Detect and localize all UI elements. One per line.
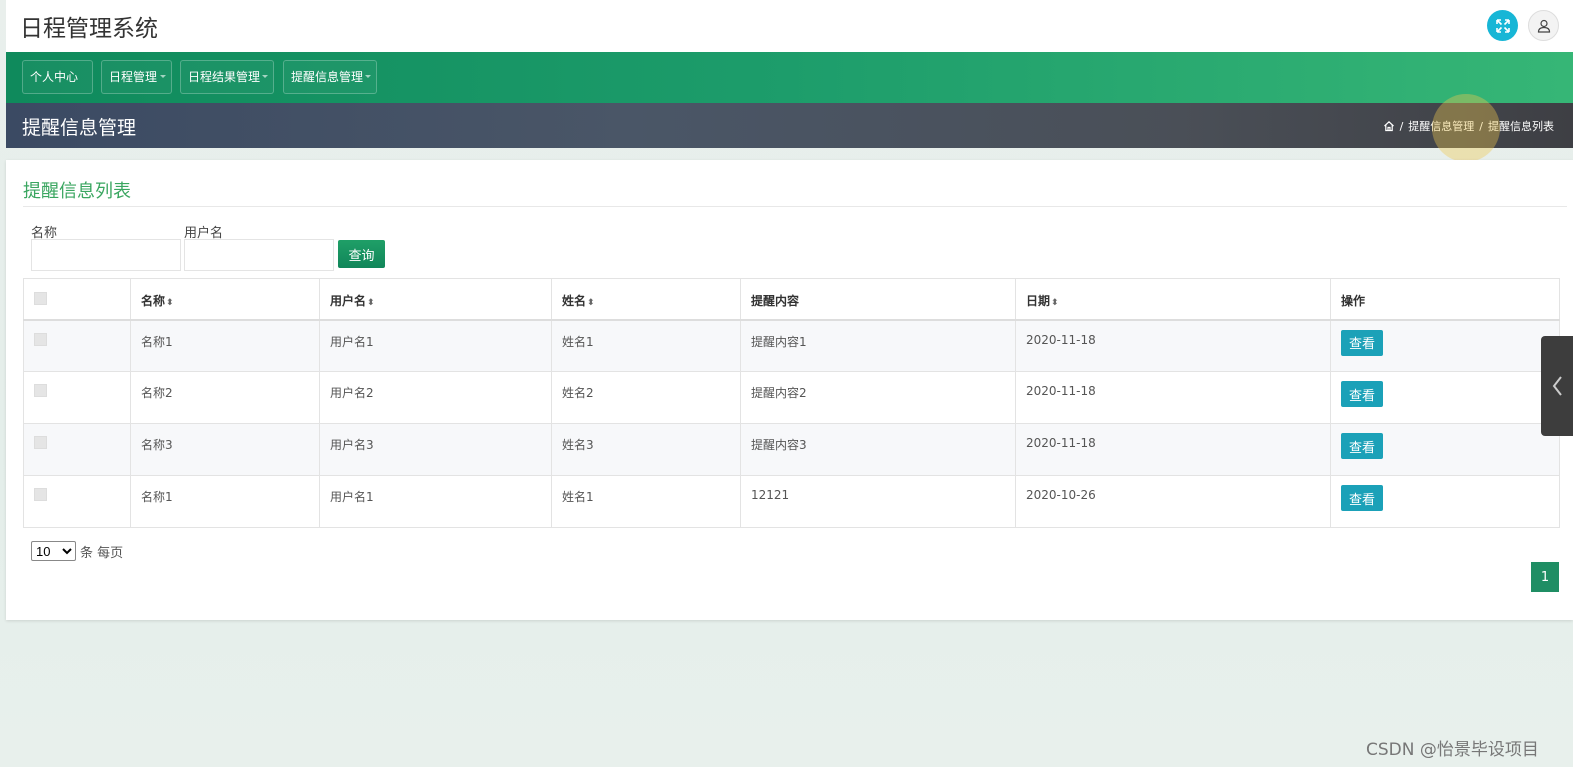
- column-label: 提醒内容: [751, 294, 800, 308]
- row-checkbox[interactable]: [34, 436, 47, 449]
- username-filter-input[interactable]: [184, 239, 334, 271]
- app-title: 日程管理系统: [20, 16, 158, 42]
- nav-item-label: 日程结果管理: [188, 70, 261, 84]
- cell-username: 用户名1: [319, 475, 552, 528]
- cell-date: 2020-11-18: [1015, 371, 1331, 424]
- nav-item-schedule-results[interactable]: 日程结果管理: [180, 60, 274, 94]
- cell-name: 名称3: [130, 423, 320, 476]
- cell-content: 提醒内容2: [740, 371, 1016, 424]
- view-button[interactable]: 查看: [1341, 329, 1383, 356]
- row-select-cell: [23, 371, 131, 424]
- nav-item-schedule[interactable]: 日程管理: [101, 60, 172, 94]
- cell-name: 名称1: [130, 319, 320, 372]
- table-row: 名称1 用户名1 姓名1 提醒内容1 2020-11-18 查看: [23, 319, 1560, 372]
- search-button[interactable]: 查询: [338, 240, 385, 268]
- cell-username: 用户名1: [319, 319, 552, 372]
- cursor-highlight: [1432, 94, 1500, 162]
- cell-content: 提醒内容1: [740, 319, 1016, 372]
- cell-name: 名称1: [130, 475, 320, 528]
- nav-item-label: 日程管理: [109, 70, 158, 84]
- nav-item-label: 提醒信息管理: [291, 70, 364, 84]
- column-label: 用户名: [330, 294, 367, 308]
- panel-title: 提醒信息列表: [23, 181, 131, 202]
- cell-username: 用户名2: [319, 371, 552, 424]
- view-button[interactable]: 查看: [1341, 381, 1383, 407]
- table-row: 名称1 用户名1 姓名1 12121 2020-10-26 查看: [23, 475, 1560, 528]
- column-header-date[interactable]: 日期⬍: [1015, 278, 1331, 321]
- page-size-select[interactable]: 10: [31, 541, 76, 561]
- nav-item-profile[interactable]: 个人中心: [22, 60, 93, 94]
- fullscreen-button[interactable]: [1487, 10, 1518, 41]
- cell-actions: 查看: [1330, 371, 1560, 424]
- content-panel: 提醒信息列表 名称 用户名 查询 名称⬍ 用户名⬍ 姓名⬍ 提醒内容 日期⬍ 操…: [6, 160, 1573, 620]
- cell-realname: 姓名3: [551, 423, 741, 476]
- cell-actions: 查看: [1330, 423, 1560, 476]
- column-label: 名称: [141, 294, 166, 308]
- cell-name: 名称2: [130, 371, 320, 424]
- column-header-content: 提醒内容: [740, 278, 1016, 321]
- view-button[interactable]: 查看: [1341, 485, 1383, 511]
- select-all-cell: [23, 278, 131, 321]
- sort-icon: ⬍: [587, 298, 595, 308]
- chevron-left-icon: [1552, 376, 1562, 396]
- cell-realname: 姓名1: [551, 475, 741, 528]
- view-button[interactable]: 查看: [1341, 433, 1383, 459]
- name-filter-input[interactable]: [31, 239, 181, 271]
- column-header-realname[interactable]: 姓名⬍: [551, 278, 741, 321]
- expand-icon: [1495, 18, 1510, 33]
- row-select-cell: [23, 475, 131, 528]
- page-number-1[interactable]: 1: [1531, 562, 1559, 592]
- divider: [23, 206, 1567, 207]
- per-page-label: 条 每页: [80, 545, 124, 561]
- page-header: 提醒信息管理 / 提醒信息管理 / 提醒信息列表: [6, 103, 1573, 148]
- breadcrumb-separator: /: [1399, 119, 1404, 133]
- nav-item-label: 个人中心: [30, 70, 79, 84]
- column-label: 姓名: [562, 294, 587, 308]
- column-label: 操作: [1341, 294, 1366, 308]
- main-nav: 个人中心 日程管理 日程结果管理 提醒信息管理: [6, 52, 1573, 103]
- cell-actions: 查看: [1330, 475, 1560, 528]
- row-select-cell: [23, 319, 131, 372]
- column-header-actions: 操作: [1330, 278, 1560, 321]
- chevron-down-icon: [160, 75, 166, 78]
- column-label: 日期: [1026, 294, 1051, 308]
- column-header-name[interactable]: 名称⬍: [130, 278, 320, 321]
- cell-date: 2020-11-18: [1015, 423, 1331, 476]
- cell-realname: 姓名2: [551, 371, 741, 424]
- select-all-checkbox[interactable]: [34, 292, 47, 305]
- sort-icon: ⬍: [1051, 298, 1059, 308]
- table-header-row: 名称⬍ 用户名⬍ 姓名⬍ 提醒内容 日期⬍ 操作: [23, 278, 1560, 321]
- side-drawer-toggle[interactable]: [1541, 336, 1573, 436]
- page-size-control: 10 条 每页: [31, 541, 123, 561]
- row-select-cell: [23, 423, 131, 476]
- user-button[interactable]: [1528, 10, 1559, 41]
- row-checkbox[interactable]: [34, 332, 47, 346]
- page-title: 提醒信息管理: [22, 117, 137, 139]
- user-icon: [1537, 19, 1550, 33]
- home-icon[interactable]: [1383, 120, 1395, 132]
- cell-content: 12121: [740, 475, 1016, 528]
- cell-username: 用户名3: [319, 423, 552, 476]
- sort-icon: ⬍: [166, 298, 174, 308]
- watermark: CSDN @怡景毕设项目: [1366, 740, 1539, 760]
- nav-item-reminders[interactable]: 提醒信息管理: [283, 60, 377, 94]
- table-row: 名称2 用户名2 姓名2 提醒内容2 2020-11-18 查看: [23, 371, 1560, 424]
- row-checkbox[interactable]: [34, 384, 47, 397]
- reminder-table: 名称⬍ 用户名⬍ 姓名⬍ 提醒内容 日期⬍ 操作 名称1 用户名1 姓名1 提醒…: [23, 278, 1560, 528]
- cell-content: 提醒内容3: [740, 423, 1016, 476]
- cell-date: 2020-10-26: [1015, 475, 1331, 528]
- column-header-username[interactable]: 用户名⬍: [319, 278, 552, 321]
- cell-realname: 姓名1: [551, 319, 741, 372]
- top-bar: 日程管理系统: [6, 0, 1573, 52]
- row-checkbox[interactable]: [34, 488, 47, 501]
- sort-icon: ⬍: [367, 298, 375, 308]
- cell-actions: 查看: [1330, 319, 1560, 372]
- chevron-down-icon: [262, 75, 268, 78]
- chevron-down-icon: [365, 75, 371, 78]
- table-row: 名称3 用户名3 姓名3 提醒内容3 2020-11-18 查看: [23, 423, 1560, 476]
- cell-date: 2020-11-18: [1015, 319, 1331, 372]
